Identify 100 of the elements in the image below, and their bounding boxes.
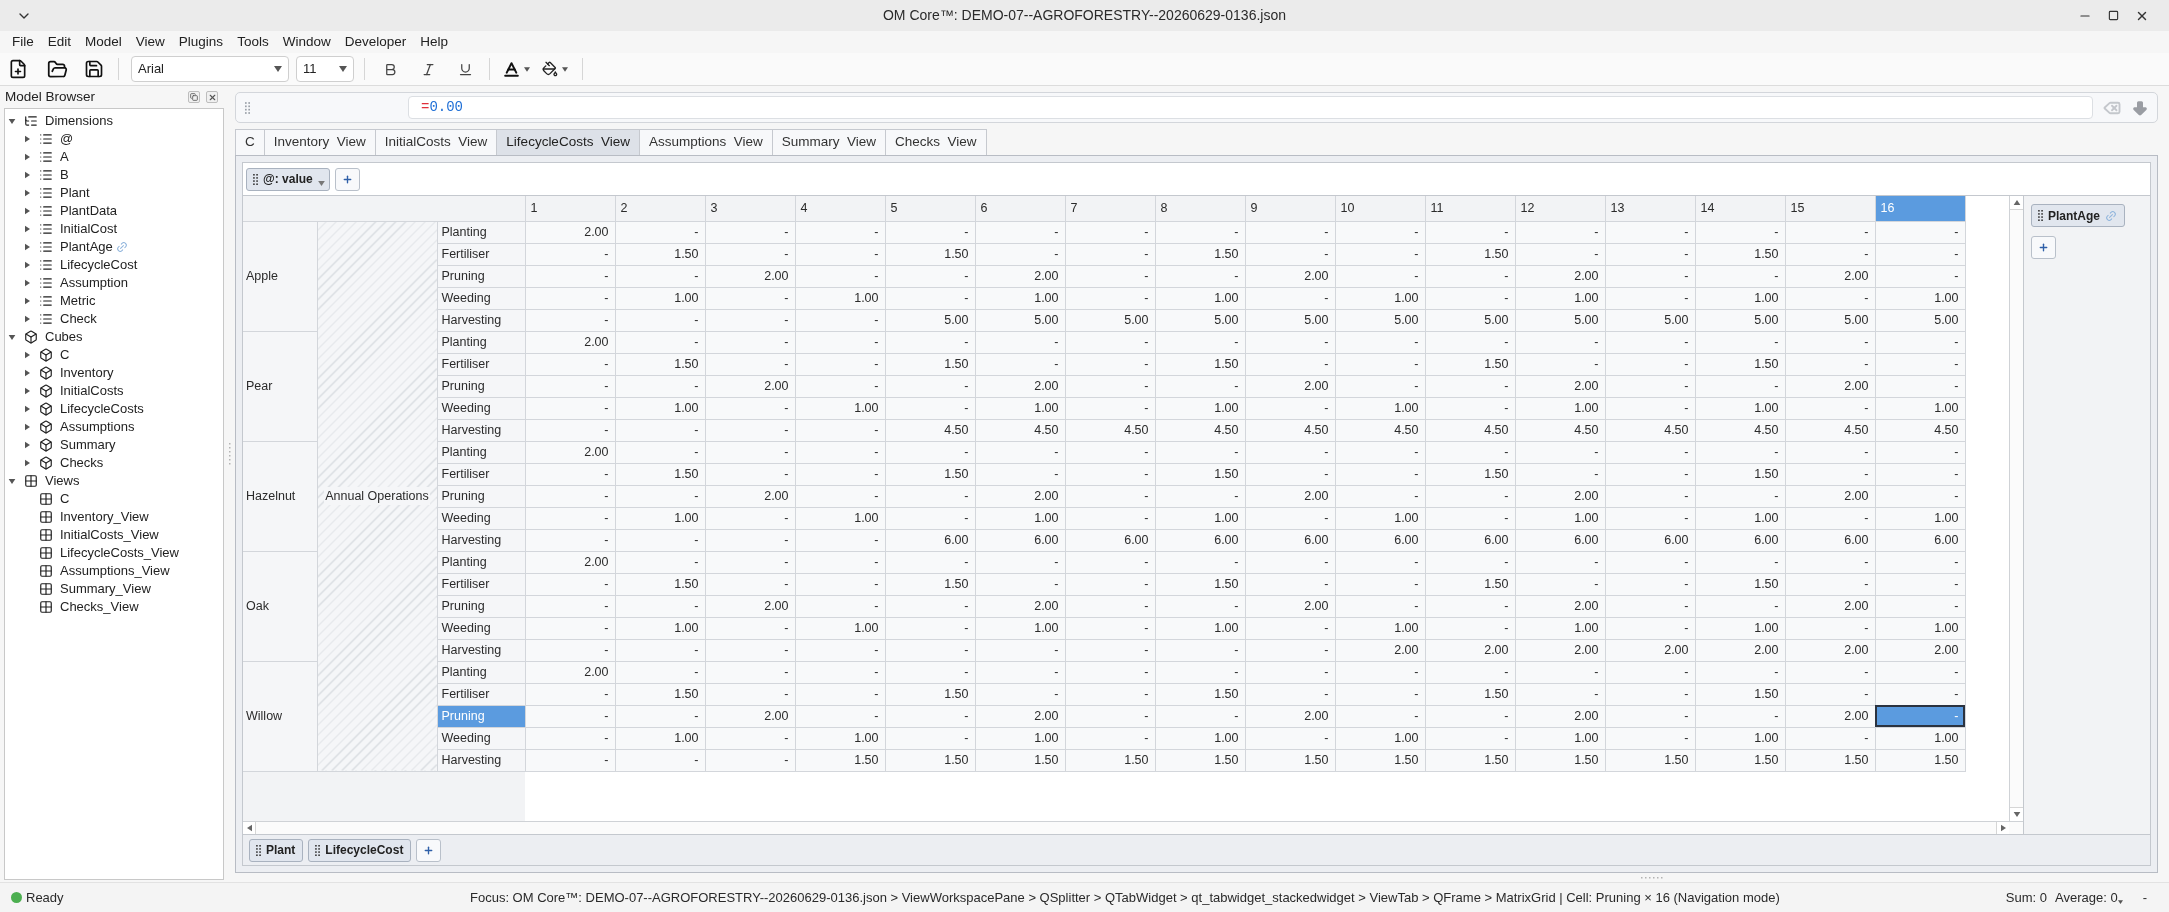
tree-item[interactable]: A	[60, 148, 69, 166]
maximize-icon[interactable]	[2108, 10, 2119, 21]
tree-item[interactable]: PlantData	[60, 202, 118, 220]
column-header[interactable]: 13	[1605, 196, 1696, 221]
font-size-select[interactable]: 11	[296, 56, 354, 82]
column-header[interactable]: 14	[1695, 196, 1786, 221]
row-header[interactable]: Pear	[243, 331, 317, 441]
tree-item[interactable]: InitialCost	[60, 220, 118, 238]
scroll-left-icon[interactable]	[243, 822, 256, 834]
menu-item[interactable]: Window	[275, 31, 338, 53]
caret-down-icon[interactable]	[8, 334, 16, 340]
tree-item[interactable]: Cubes	[45, 328, 83, 346]
tree-item[interactable]: C	[60, 490, 70, 508]
view-tab[interactable]: Inventory View	[263, 129, 376, 155]
add-button[interactable]	[2031, 236, 2056, 259]
caret-right-icon[interactable]	[24, 387, 30, 395]
caret-right-icon[interactable]	[24, 405, 30, 413]
caret-right-icon[interactable]	[24, 279, 30, 287]
tree-item[interactable]: PlantAge	[60, 238, 113, 256]
tree-item[interactable]: Dimensions	[45, 112, 113, 130]
caret-right-icon[interactable]	[24, 225, 30, 233]
tree-item[interactable]: Check	[60, 310, 97, 328]
dimension-pill[interactable]: LifecycleCost	[308, 838, 412, 862]
tree-item[interactable]: LifecycleCost	[60, 256, 138, 274]
font-select[interactable]: Arial	[131, 56, 289, 82]
dropdown-caret-icon[interactable]	[2117, 899, 2123, 904]
vertical-scrollbar[interactable]	[2009, 196, 2023, 821]
menu-item[interactable]: View	[128, 31, 172, 53]
caret-right-icon[interactable]	[24, 315, 30, 323]
column-header[interactable]: 11	[1425, 196, 1516, 221]
tree-item[interactable]: Assumptions	[60, 418, 135, 436]
caret-right-icon[interactable]	[24, 297, 30, 305]
save-icon[interactable]	[84, 59, 104, 79]
drag-handle-icon[interactable]	[253, 173, 258, 185]
menu-item[interactable]: Help	[413, 31, 455, 53]
row-header[interactable]: Willow	[243, 661, 317, 771]
text-color-icon[interactable]	[502, 59, 521, 79]
caret-down-icon[interactable]	[8, 118, 16, 124]
drag-handle-icon[interactable]	[2038, 210, 2043, 221]
tree-item[interactable]: C	[60, 346, 70, 364]
column-header[interactable]: 10	[1335, 196, 1426, 221]
tree-item[interactable]: Summary_View	[60, 580, 151, 598]
column-header[interactable]: 1	[525, 196, 616, 221]
tree-item[interactable]: Views	[45, 472, 80, 490]
caret-right-icon[interactable]	[24, 459, 30, 467]
menu-item[interactable]: Developer	[337, 31, 414, 53]
view-tab[interactable]: Checks View	[885, 129, 987, 155]
arrow-down-icon[interactable]	[2131, 98, 2149, 117]
tree-item[interactable]: LifecycleCosts_View	[60, 544, 179, 562]
column-header[interactable]: 5	[885, 196, 976, 221]
view-tab[interactable]: LifecycleCosts View	[496, 129, 640, 155]
caret-right-icon[interactable]	[24, 189, 30, 197]
dropdown-caret-icon[interactable]	[562, 66, 568, 72]
open-folder-icon[interactable]	[47, 58, 68, 80]
column-header[interactable]: 7	[1065, 196, 1156, 221]
scroll-right-icon[interactable]	[1996, 822, 2009, 834]
column-header[interactable]: 15	[1785, 196, 1876, 221]
column-header[interactable]: 6	[975, 196, 1066, 221]
bold-icon[interactable]	[383, 61, 398, 77]
tree-item[interactable]: Plant	[60, 184, 90, 202]
caret-right-icon[interactable]	[24, 135, 30, 143]
drag-handle-icon[interactable]	[256, 844, 261, 856]
drag-handle-icon[interactable]	[315, 844, 321, 856]
column-header[interactable]: 2	[615, 196, 706, 221]
dimension-pill[interactable]: Plant	[249, 838, 304, 862]
caret-right-icon[interactable]	[24, 261, 30, 269]
view-tab[interactable]: InitialCosts View	[374, 129, 498, 155]
column-header[interactable]: 12	[1515, 196, 1606, 221]
column-header[interactable]: 8	[1155, 196, 1246, 221]
caret-right-icon[interactable]	[24, 369, 30, 377]
close-panel-icon[interactable]	[206, 91, 218, 103]
tree-item[interactable]: Summary	[60, 436, 116, 454]
caret-right-icon[interactable]	[24, 153, 30, 161]
tree-item[interactable]: Assumptions_View	[60, 562, 170, 580]
view-tab[interactable]: C	[235, 129, 265, 155]
caret-right-icon[interactable]	[24, 207, 30, 215]
caret-right-icon[interactable]	[24, 351, 30, 359]
caret-down-icon[interactable]	[8, 478, 16, 484]
tree-item[interactable]: Checks	[60, 454, 104, 472]
tree-item[interactable]: Assumption	[60, 274, 128, 292]
tree-item[interactable]: LifecycleCosts	[60, 400, 144, 418]
add-button[interactable]	[334, 167, 360, 191]
dimension-pill[interactable]: PlantAge	[2031, 204, 2125, 227]
menu-item[interactable]: Model	[78, 31, 129, 53]
menu-item[interactable]: Tools	[230, 31, 276, 53]
formula-field[interactable]: =0.00	[408, 96, 2093, 119]
menu-item[interactable]: Plugins	[171, 31, 231, 53]
menu-item[interactable]: Edit	[40, 31, 79, 53]
horizontal-scrollbar[interactable]	[243, 821, 2023, 834]
underline-icon[interactable]	[458, 61, 473, 77]
menu-item[interactable]: File	[5, 31, 41, 53]
caret-right-icon[interactable]	[24, 423, 30, 431]
average-text[interactable]: Average: 0	[2055, 887, 2118, 908]
tree-item[interactable]: B	[60, 166, 69, 184]
column-header[interactable]: 4	[795, 196, 886, 221]
tree-item[interactable]: Inventory	[60, 364, 114, 382]
splitter-handle-icon[interactable]	[1641, 876, 1663, 879]
drag-handle-icon[interactable]	[245, 101, 250, 114]
caret-right-icon[interactable]	[24, 171, 30, 179]
splitter-handle-icon[interactable]	[228, 443, 231, 465]
